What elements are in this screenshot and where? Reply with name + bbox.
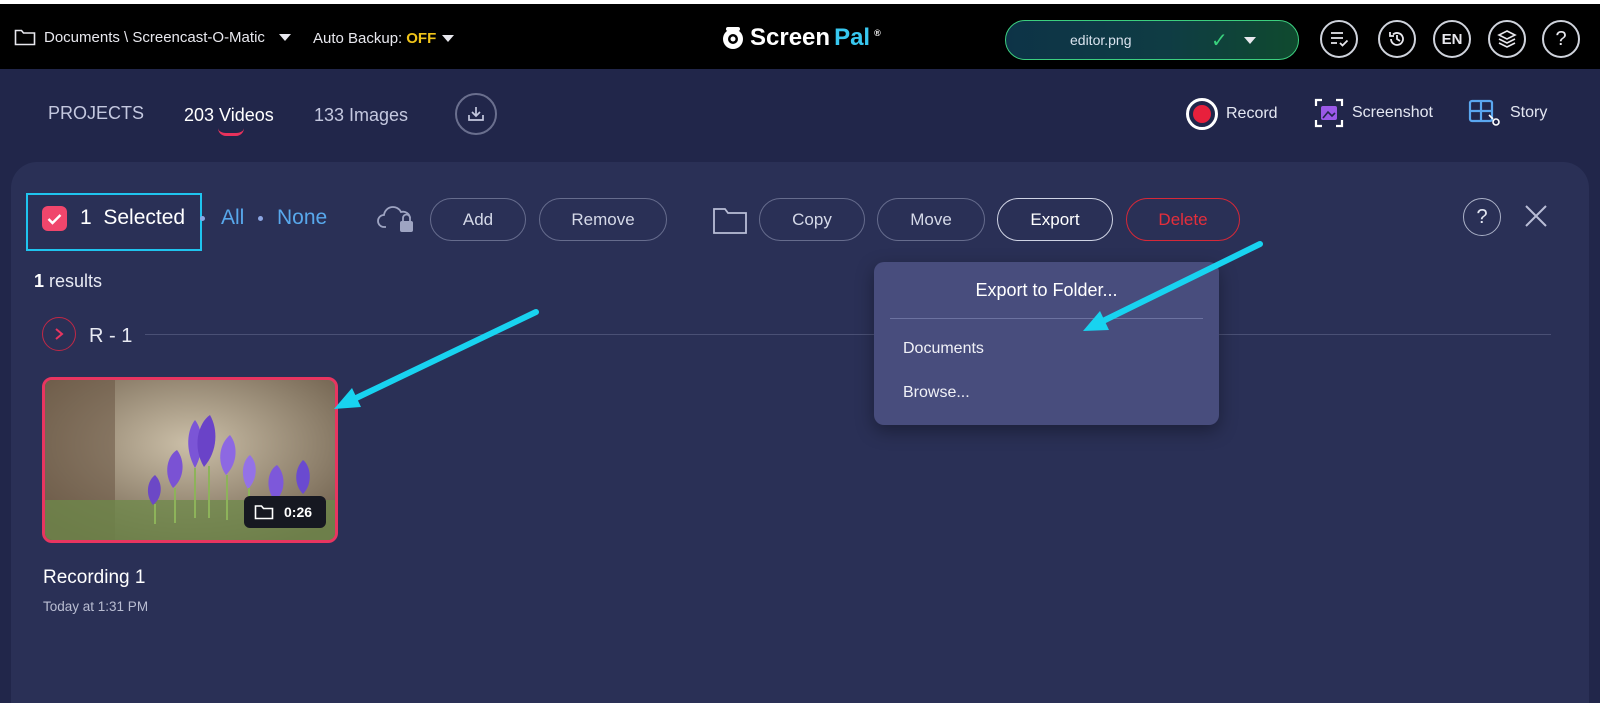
current-file-selector[interactable]: editor.png ✓ bbox=[1005, 20, 1299, 60]
group-expand-button[interactable] bbox=[42, 317, 76, 351]
history-icon bbox=[1389, 32, 1404, 46]
record-button[interactable]: Record bbox=[1186, 98, 1278, 130]
history-button[interactable] bbox=[1378, 20, 1416, 58]
chevron-down-icon bbox=[442, 35, 455, 42]
folder-path-selector[interactable]: Documents \ Screencast-O-Matic bbox=[14, 28, 291, 46]
layers-icon bbox=[1497, 30, 1517, 48]
add-button[interactable]: Add bbox=[430, 198, 526, 241]
copy-button[interactable]: Copy bbox=[759, 198, 865, 241]
export-menu: Export to Folder... Documents Browse... bbox=[874, 262, 1219, 425]
logo-text-screen: Screen bbox=[750, 24, 831, 51]
group-label: R - 1 bbox=[89, 325, 133, 347]
folder-path-label: Documents \ Screencast-O-Matic bbox=[44, 28, 265, 46]
select-none-link[interactable]: None bbox=[277, 206, 327, 230]
chevron-right-icon bbox=[55, 328, 64, 340]
menu-item-documents[interactable]: Documents bbox=[903, 340, 984, 358]
cloud-lock-icon bbox=[377, 206, 413, 232]
screenshot-button[interactable]: Screenshot bbox=[1314, 98, 1433, 128]
separator-dot bbox=[258, 216, 263, 221]
delete-button[interactable]: Delete bbox=[1126, 198, 1240, 241]
layers-button[interactable] bbox=[1488, 20, 1526, 58]
help-button[interactable]: ? bbox=[1463, 198, 1501, 236]
check-icon: ✓ bbox=[1211, 30, 1228, 52]
screenshot-icon bbox=[1314, 98, 1344, 128]
tab-projects[interactable]: PROJECTS bbox=[48, 103, 144, 124]
language-button[interactable]: EN bbox=[1433, 20, 1471, 58]
auto-backup-label: Auto Backup: bbox=[313, 30, 403, 47]
screenpal-logo: Screen Pal ® bbox=[720, 24, 881, 52]
menu-item-browse[interactable]: Browse... bbox=[903, 384, 970, 402]
download-tray-icon bbox=[468, 107, 484, 121]
screenpal-logo-icon bbox=[723, 27, 743, 49]
auto-backup-toggle[interactable]: Auto Backup: OFF bbox=[313, 30, 455, 47]
task-list-button[interactable] bbox=[1320, 20, 1358, 58]
screenshot-label: Screenshot bbox=[1352, 104, 1433, 121]
tab-images[interactable]: 133 Images bbox=[314, 105, 408, 126]
menu-divider bbox=[890, 318, 1203, 319]
selected-count-value: 1 bbox=[80, 206, 92, 229]
checklist-icon bbox=[1331, 32, 1349, 47]
select-checkbox[interactable] bbox=[42, 206, 67, 231]
recording-title[interactable]: Recording 1 bbox=[43, 567, 145, 589]
story-label: Story bbox=[1510, 104, 1548, 121]
record-label: Record bbox=[1226, 105, 1278, 122]
group-divider bbox=[145, 334, 1551, 335]
remove-button[interactable]: Remove bbox=[539, 198, 667, 241]
active-tab-indicator bbox=[218, 128, 244, 136]
selection-count: 1 Selected bbox=[80, 206, 185, 230]
folder-icon bbox=[254, 505, 274, 520]
top-bar: Documents \ Screencast-O-Matic Auto Back… bbox=[0, 4, 1600, 69]
folder-icon bbox=[14, 29, 36, 46]
close-icon[interactable] bbox=[1523, 203, 1549, 229]
tab-videos[interactable]: 203 Videos bbox=[184, 105, 274, 126]
current-file-name: editor.png bbox=[1070, 32, 1132, 48]
recording-date: Today at 1:31 PM bbox=[43, 599, 149, 614]
results-number: 1 bbox=[34, 271, 45, 291]
duration-value: 0:26 bbox=[284, 504, 313, 520]
auto-backup-value: OFF bbox=[406, 30, 437, 47]
checkmark-icon bbox=[47, 213, 62, 225]
folder-icon bbox=[713, 208, 747, 234]
chevron-down-icon bbox=[1244, 37, 1256, 44]
select-all-link[interactable]: All bbox=[221, 206, 244, 230]
logo-registered-mark: ® bbox=[874, 28, 881, 38]
export-menu-title: Export to Folder... bbox=[975, 280, 1118, 300]
chevron-down-icon bbox=[278, 33, 291, 41]
help-button[interactable]: ? bbox=[1542, 20, 1580, 58]
logo-text-pal: Pal bbox=[834, 24, 871, 51]
separator-dot bbox=[200, 216, 205, 221]
export-button[interactable]: Export bbox=[997, 198, 1113, 241]
results-label: results bbox=[49, 271, 103, 291]
import-button[interactable] bbox=[455, 93, 497, 135]
duration-badge: 0:26 bbox=[244, 496, 326, 528]
story-button[interactable]: Story bbox=[1468, 98, 1547, 128]
record-icon bbox=[1186, 98, 1218, 130]
move-button[interactable]: Move bbox=[877, 198, 985, 241]
story-icon bbox=[1468, 99, 1500, 126]
results-count: 1 results bbox=[34, 271, 102, 292]
selected-label: Selected bbox=[103, 206, 186, 229]
